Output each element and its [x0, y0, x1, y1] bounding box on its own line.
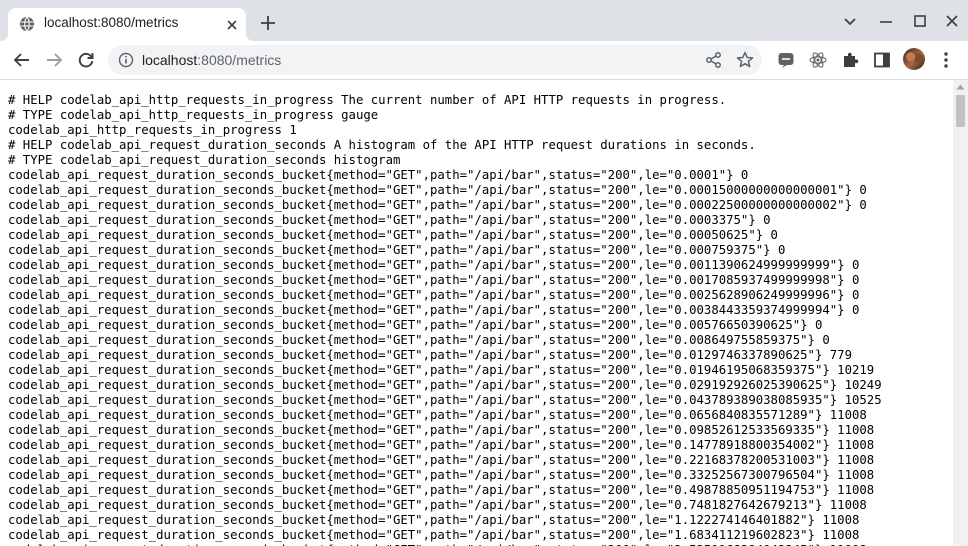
extension-chat-icon[interactable]: [776, 50, 796, 70]
metrics-line: codelab_api_request_duration_seconds_buc…: [8, 213, 771, 227]
metrics-line: codelab_api_request_duration_seconds_buc…: [8, 243, 786, 257]
url-host: localhost: [142, 52, 198, 68]
metrics-line: codelab_api_request_duration_seconds_buc…: [8, 528, 860, 542]
metrics-line: codelab_api_request_duration_seconds_buc…: [8, 453, 875, 467]
url-path: :8080/metrics: [197, 52, 282, 68]
forward-arrow-icon[interactable]: [44, 50, 64, 70]
metrics-line: codelab_api_request_duration_seconds_buc…: [8, 318, 823, 332]
extension-react-icon[interactable]: [808, 50, 828, 70]
metrics-line: codelab_api_request_duration_seconds_buc…: [8, 198, 867, 212]
back-arrow-icon[interactable]: [12, 50, 32, 70]
new-tab-plus-icon[interactable]: [259, 14, 277, 32]
maximize-icon[interactable]: [911, 12, 929, 30]
metrics-line: codelab_api_request_duration_seconds_buc…: [8, 378, 882, 392]
globe-icon: [20, 16, 34, 32]
metrics-line: codelab_api_request_duration_seconds_buc…: [8, 483, 875, 497]
metrics-line: codelab_api_request_duration_seconds_buc…: [8, 423, 875, 437]
chevron-down-icon[interactable]: [841, 12, 859, 30]
extensions-puzzle-icon[interactable]: [840, 50, 860, 70]
metrics-line: codelab_api_request_duration_seconds_buc…: [8, 513, 860, 527]
metrics-line: codelab_api_request_duration_seconds_buc…: [8, 363, 875, 377]
close-window-icon[interactable]: [943, 12, 961, 30]
metrics-line: codelab_api_request_duration_seconds_buc…: [8, 333, 830, 347]
tab-strip: localhost:8080/metrics: [0, 0, 968, 41]
metrics-line: codelab_api_request_duration_seconds_buc…: [8, 348, 852, 362]
url-text[interactable]: localhost:8080/metrics: [142, 52, 281, 68]
metrics-line: codelab_api_request_duration_seconds_buc…: [8, 393, 882, 407]
metrics-line: codelab_api_request_duration_seconds_buc…: [8, 183, 867, 197]
address-bar[interactable]: localhost:8080/metrics: [108, 45, 762, 75]
metrics-line: codelab_api_request_duration_seconds_buc…: [8, 408, 867, 422]
profile-avatar[interactable]: [903, 48, 925, 70]
close-icon[interactable]: [224, 17, 240, 33]
share-icon[interactable]: [704, 50, 724, 70]
scroll-up-arrow-icon[interactable]: [956, 84, 965, 90]
metrics-text: # HELP codelab_api_http_requests_in_prog…: [0, 80, 953, 546]
metrics-line: codelab_api_request_duration_seconds_buc…: [8, 303, 860, 317]
scrollbar-thumb[interactable]: [956, 95, 965, 127]
tab-localhost-metrics[interactable]: localhost:8080/metrics: [0, 8, 254, 41]
metrics-line: # HELP codelab_api_request_duration_seco…: [8, 138, 756, 152]
more-vertical-icon[interactable]: [936, 50, 956, 70]
metrics-line: codelab_api_request_duration_seconds_buc…: [8, 228, 778, 242]
metrics-line: codelab_api_request_duration_seconds_buc…: [8, 168, 749, 182]
metrics-line: codelab_api_request_duration_seconds_buc…: [8, 258, 860, 272]
metrics-line: codelab_api_request_duration_seconds_buc…: [8, 273, 860, 287]
metrics-line: # TYPE codelab_api_request_duration_seco…: [8, 153, 401, 167]
vertical-scrollbar[interactable]: [953, 80, 968, 546]
browser-toolbar: localhost:8080/metrics: [0, 41, 968, 80]
metrics-line: codelab_api_request_duration_seconds_buc…: [8, 438, 875, 452]
reload-icon[interactable]: [76, 50, 96, 70]
metrics-line: codelab_api_http_requests_in_progress 1: [8, 123, 297, 137]
metrics-line: codelab_api_request_duration_seconds_buc…: [8, 288, 860, 302]
metrics-line: # TYPE codelab_api_http_requests_in_prog…: [8, 108, 379, 122]
metrics-line: codelab_api_request_duration_seconds_buc…: [8, 468, 875, 482]
metrics-line: # HELP codelab_api_http_requests_in_prog…: [8, 93, 727, 107]
page-viewport: # HELP codelab_api_http_requests_in_prog…: [0, 80, 953, 546]
bookmark-star-icon[interactable]: [735, 50, 755, 70]
minimize-icon[interactable]: [877, 12, 895, 30]
info-icon[interactable]: [118, 52, 134, 68]
metrics-line: codelab_api_request_duration_seconds_buc…: [8, 498, 867, 512]
side-panel-icon[interactable]: [872, 50, 892, 70]
tab-title: localhost:8080/metrics: [44, 15, 179, 30]
